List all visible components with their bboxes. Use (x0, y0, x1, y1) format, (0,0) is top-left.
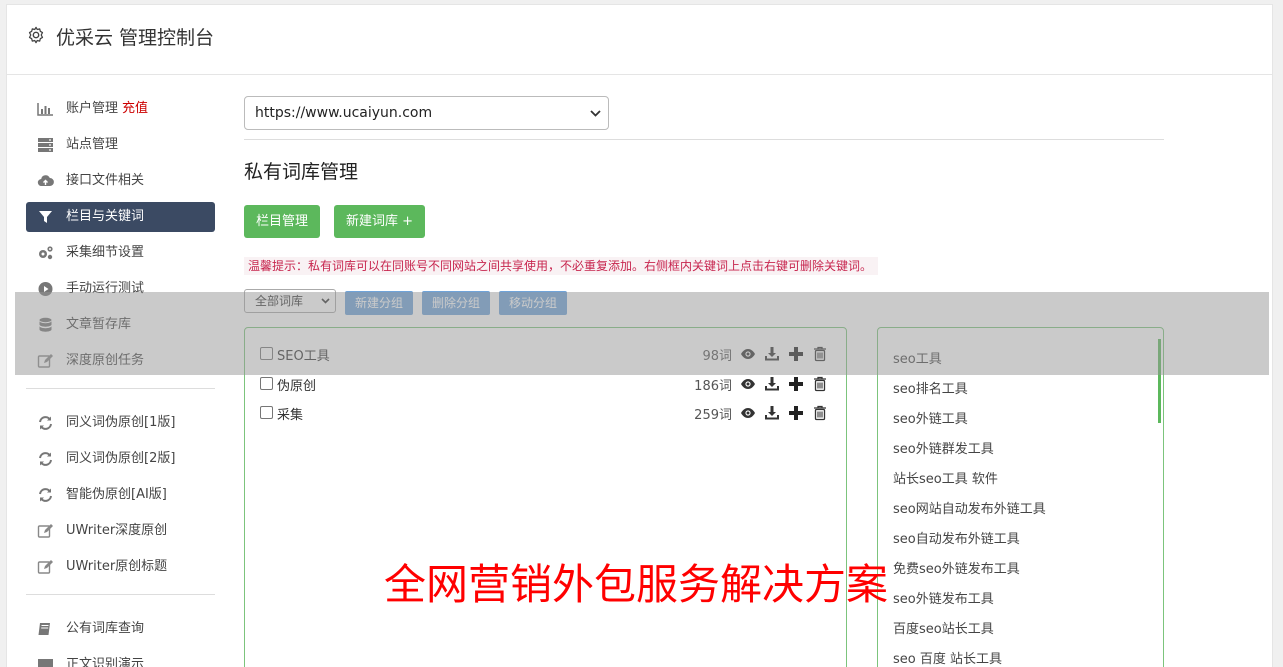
sidebar-item-api-files[interactable]: 接口文件相关 (26, 166, 215, 196)
download-icon[interactable] (764, 376, 780, 392)
cloud-upload-icon (37, 175, 54, 187)
ad-banner-text: 全网营销外包服务解决方案 (384, 560, 889, 609)
sidebar-item-sites[interactable]: 站点管理 (26, 130, 215, 160)
site-select[interactable]: https://www.ucaiyun.com (244, 96, 609, 130)
library-row[interactable]: 伪原创 186词 (245, 374, 846, 394)
sidebar-item-label: 同义词伪原创[2版] (66, 451, 176, 466)
cogs-icon (39, 246, 53, 260)
edit-icon (37, 524, 53, 538)
trash-icon[interactable] (812, 405, 828, 421)
keyword-item[interactable]: seo自动发布外链工具 (893, 528, 1020, 547)
sidebar-item-account[interactable]: 账户管理 充值 (26, 94, 215, 124)
library-checkbox[interactable] (260, 377, 273, 390)
library-list: SEO工具 98词 伪原创 186词 采集 259词 (244, 327, 847, 667)
new-library-button[interactable]: 新建词库 + (334, 205, 425, 238)
sidebar: 账户管理 充值 站点管理 接口文件相关 栏目与关键词 采集细节设置 手动运行测试 … (26, 94, 215, 667)
keyword-item[interactable]: seo外链群发工具 (893, 438, 994, 457)
sidebar-item-synonym-v2[interactable]: 同义词伪原创[2版] (26, 444, 215, 474)
eye-icon[interactable] (740, 376, 756, 392)
sidebar-item-label: 正文识别演示 (66, 657, 145, 667)
sidebar-item-columns-keywords[interactable]: 栏目与关键词 (26, 202, 215, 232)
book-icon (38, 623, 50, 635)
sidebar-item-label: 同义词伪原创[1版] (66, 415, 176, 430)
refresh-icon (39, 488, 52, 502)
keyword-item[interactable]: seo排名工具 (893, 378, 968, 397)
sidebar-item-label: 站点管理 (66, 137, 119, 152)
library-name: 采集 (277, 408, 304, 423)
keyword-item[interactable]: seo 百度 站长工具 (893, 648, 1002, 667)
header-bar: 优采云 管理控制台 (7, 5, 1272, 75)
download-icon[interactable] (764, 405, 780, 421)
library-name: 伪原创 (277, 379, 317, 394)
site-select-value: https://www.ucaiyun.com (255, 105, 433, 121)
keyword-item[interactable]: 免费seo外链发布工具 (893, 558, 1020, 577)
sidebar-item-label: 账户管理 (66, 101, 119, 116)
sidebar-divider (26, 594, 215, 595)
refresh-icon (39, 416, 52, 430)
keyword-item[interactable]: 站长seo工具 软件 (893, 468, 998, 487)
sidebar-item-public-lib[interactable]: 公有词库查询 (26, 614, 215, 644)
plus-icon[interactable] (788, 405, 804, 421)
tip-text: 温馨提示：私有词库可以在同账号不同网站之间共享使用，不必重复添加。右侧框内关键词… (244, 257, 879, 275)
recharge-link[interactable]: 充值 (122, 101, 148, 116)
server-icon (38, 138, 53, 152)
sidebar-item-label: 公有词库查询 (66, 621, 145, 636)
monitor-icon (38, 659, 53, 667)
plus-icon[interactable] (788, 376, 804, 392)
sidebar-item-smart-ai[interactable]: 智能伪原创[AI版] (26, 480, 215, 510)
sidebar-item-label: 智能伪原创[AI版] (66, 487, 167, 502)
trash-icon[interactable] (812, 376, 828, 392)
sidebar-item-text-recognition[interactable]: 正文识别演示 (26, 650, 215, 667)
page-title: 私有词库管理 (244, 161, 359, 183)
edit-icon (37, 560, 53, 574)
sidebar-item-collect-settings[interactable]: 采集细节设置 (26, 238, 215, 268)
library-count: 259词 (694, 408, 732, 423)
keyword-item[interactable]: seo外链发布工具 (893, 588, 994, 607)
library-checkbox[interactable] (260, 406, 273, 419)
sidebar-item-label: 采集细节设置 (66, 245, 145, 260)
sidebar-item-synonym-v1[interactable]: 同义词伪原创[1版] (26, 408, 215, 438)
sidebar-item-label: UWriter深度原创 (66, 523, 168, 538)
keyword-item[interactable]: seo网站自动发布外链工具 (893, 498, 1046, 517)
sidebar-item-label: 接口文件相关 (66, 173, 145, 188)
filter-icon (39, 211, 52, 223)
keyword-item[interactable]: seo外链工具 (893, 408, 968, 427)
sidebar-divider (26, 388, 215, 389)
library-count: 186词 (694, 379, 732, 394)
page-header-title: 优采云 管理控制台 (56, 27, 215, 49)
sidebar-item-label: UWriter原创标题 (66, 559, 168, 574)
eye-icon[interactable] (740, 405, 756, 421)
gear-icon (28, 26, 44, 44)
chevron-down-icon (590, 110, 601, 117)
library-row[interactable]: 采集 259词 (245, 403, 846, 423)
overlay-band (15, 292, 1269, 375)
sidebar-item-uwriter-title[interactable]: UWriter原创标题 (26, 552, 215, 582)
divider (244, 139, 1164, 140)
sidebar-item-uwriter-deep[interactable]: UWriter深度原创 (26, 516, 215, 546)
bar-chart-icon (37, 103, 53, 116)
sidebar-item-label: 栏目与关键词 (66, 209, 145, 224)
column-management-button[interactable]: 栏目管理 (244, 205, 320, 238)
keyword-list[interactable]: seo工具 seo排名工具 seo外链工具 seo外链群发工具 站长seo工具 … (877, 327, 1164, 667)
refresh-icon (39, 452, 52, 466)
keyword-item[interactable]: 百度seo站长工具 (893, 618, 994, 637)
